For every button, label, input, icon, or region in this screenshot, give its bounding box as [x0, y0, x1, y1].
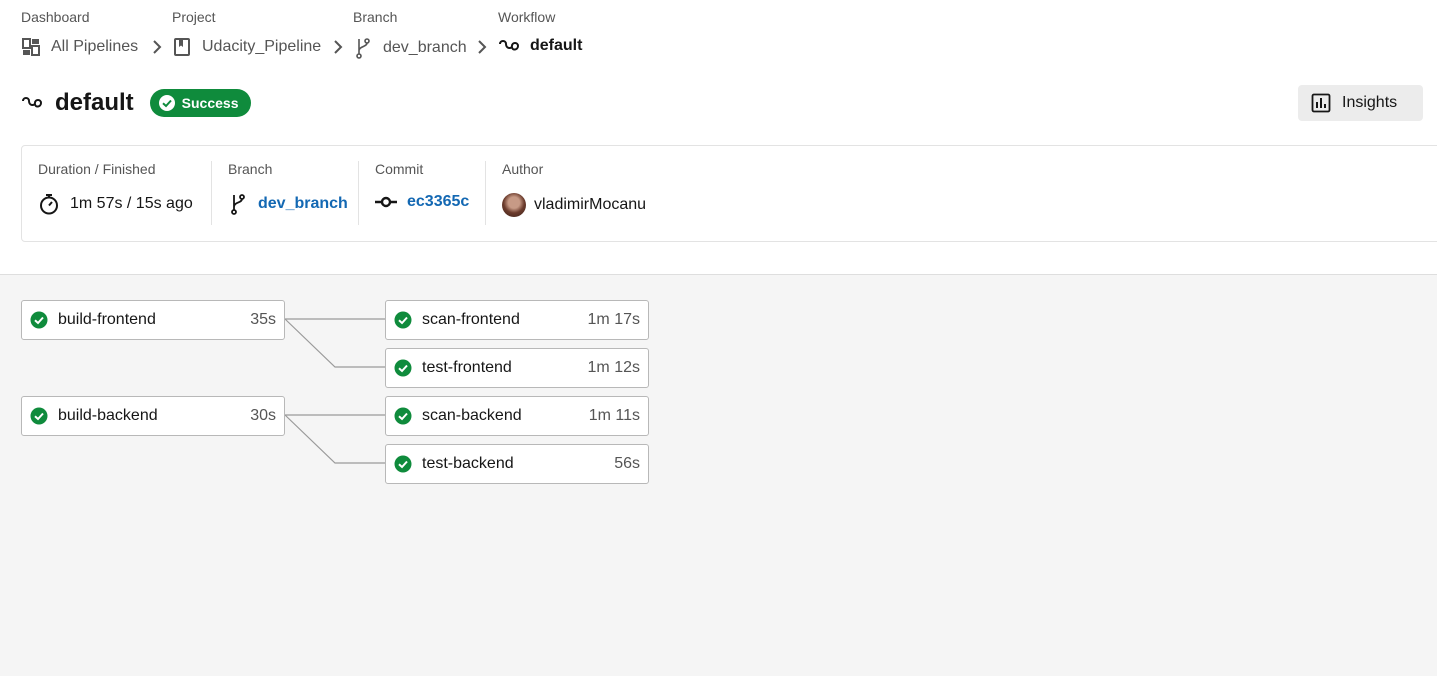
- commit-label: Commit: [375, 161, 424, 177]
- check-circle-icon: [158, 95, 175, 111]
- chevron-right-icon: [478, 40, 487, 54]
- workflow-icon: [22, 97, 43, 108]
- job-duration: 30s: [250, 407, 276, 424]
- insights-button[interactable]: Insights: [1298, 85, 1423, 121]
- breadcrumb-text: default: [530, 37, 583, 54]
- success-icon: [30, 311, 48, 329]
- success-icon: [394, 359, 412, 377]
- job-duration: 35s: [250, 311, 276, 328]
- workflow-graph: build-frontend 35s scan-frontend 1m 17s …: [0, 274, 1437, 676]
- breadcrumb-label: Workflow: [498, 9, 556, 25]
- breadcrumb-branch[interactable]: Branch dev_branch: [353, 9, 467, 59]
- commit-value-row: ec3365c: [375, 193, 469, 211]
- duration-value: 1m 57s / 15s ago: [70, 195, 193, 212]
- breadcrumb-project[interactable]: Project Udacity_Pipeline: [172, 9, 321, 56]
- workflow-info-card: Duration / Finished 1m 57s / 15s ago Bra…: [21, 145, 1437, 242]
- job-card[interactable]: build-frontend 35s: [21, 300, 285, 340]
- success-icon: [394, 455, 412, 473]
- page-title: default: [55, 89, 134, 116]
- breadcrumb-value[interactable]: All Pipelines: [21, 37, 138, 57]
- job-duration: 56s: [614, 455, 640, 472]
- job-card[interactable]: test-backend 56s: [385, 444, 649, 484]
- job-name: scan-backend: [422, 407, 522, 424]
- job-card[interactable]: test-frontend 1m 12s: [385, 348, 649, 388]
- job-name: test-frontend: [422, 359, 512, 376]
- job-card[interactable]: build-backend 30s: [21, 396, 285, 436]
- chevron-right-icon: [334, 40, 343, 54]
- job-duration: 1m 11s: [588, 407, 640, 424]
- branch-cell: Branch dev_branch: [228, 161, 348, 225]
- branch-label: Branch: [228, 161, 273, 177]
- breadcrumb-label: Project: [172, 9, 216, 25]
- breadcrumb-value[interactable]: dev_branch: [353, 37, 467, 59]
- job-name: scan-frontend: [422, 311, 520, 328]
- divider: [358, 161, 359, 225]
- job-card[interactable]: scan-backend 1m 11s: [385, 396, 649, 436]
- commit-cell: Commit ec3365c: [375, 161, 469, 225]
- status-badge: Success: [149, 89, 251, 117]
- author-value-row: vladimirMocanu: [502, 193, 646, 217]
- bookmark-icon: [174, 38, 190, 56]
- connector: [284, 318, 385, 368]
- breadcrumb-text: All Pipelines: [51, 38, 139, 55]
- chart-icon: [1311, 93, 1331, 113]
- avatar: [502, 193, 526, 217]
- job-name: build-frontend: [58, 311, 156, 328]
- duration-value-row: 1m 57s / 15s ago: [38, 193, 193, 215]
- workflow-icon: [499, 40, 520, 51]
- insights-label: Insights: [1342, 94, 1398, 111]
- success-icon: [30, 407, 48, 425]
- commit-link[interactable]: ec3365c: [407, 193, 469, 211]
- breadcrumb-label: Branch: [353, 9, 398, 25]
- breadcrumb-workflow: Workflow default: [498, 9, 582, 54]
- branch-link[interactable]: dev_branch: [258, 195, 348, 213]
- breadcrumb-label: Dashboard: [21, 9, 90, 25]
- duration-cell: Duration / Finished 1m 57s / 15s ago: [38, 161, 193, 225]
- divider: [485, 161, 486, 225]
- success-icon: [394, 311, 412, 329]
- job-name: test-backend: [422, 455, 514, 472]
- status-text: Success: [181, 95, 239, 111]
- divider: [211, 161, 212, 225]
- success-icon: [394, 407, 412, 425]
- job-name: build-backend: [58, 407, 158, 424]
- job-card[interactable]: scan-frontend 1m 17s: [385, 300, 649, 340]
- workflow-header: default Success: [21, 88, 251, 118]
- breadcrumb-value: default: [498, 37, 582, 55]
- commit-icon: [375, 196, 397, 208]
- connector: [284, 414, 385, 464]
- branch-icon: [356, 38, 370, 59]
- breadcrumb-text: dev_branch: [383, 39, 467, 56]
- chevron-right-icon: [153, 40, 162, 54]
- author-name: vladimirMocanu: [534, 196, 647, 213]
- duration-label: Duration / Finished: [38, 161, 156, 177]
- job-duration: 1m 12s: [587, 359, 640, 376]
- breadcrumb-text: Udacity_Pipeline: [202, 38, 322, 55]
- job-duration: 1m 17s: [587, 311, 640, 328]
- author-cell: Author vladimirMocanu: [502, 161, 646, 225]
- author-label: Author: [502, 161, 544, 177]
- stopwatch-icon: [40, 194, 58, 215]
- branch-value-row: dev_branch: [228, 193, 348, 215]
- breadcrumb-value[interactable]: Udacity_Pipeline: [172, 37, 321, 57]
- dashboard-icon: [22, 38, 40, 56]
- branch-icon: [231, 194, 245, 215]
- breadcrumb-dashboard[interactable]: Dashboard All Pipelines: [21, 9, 138, 56]
